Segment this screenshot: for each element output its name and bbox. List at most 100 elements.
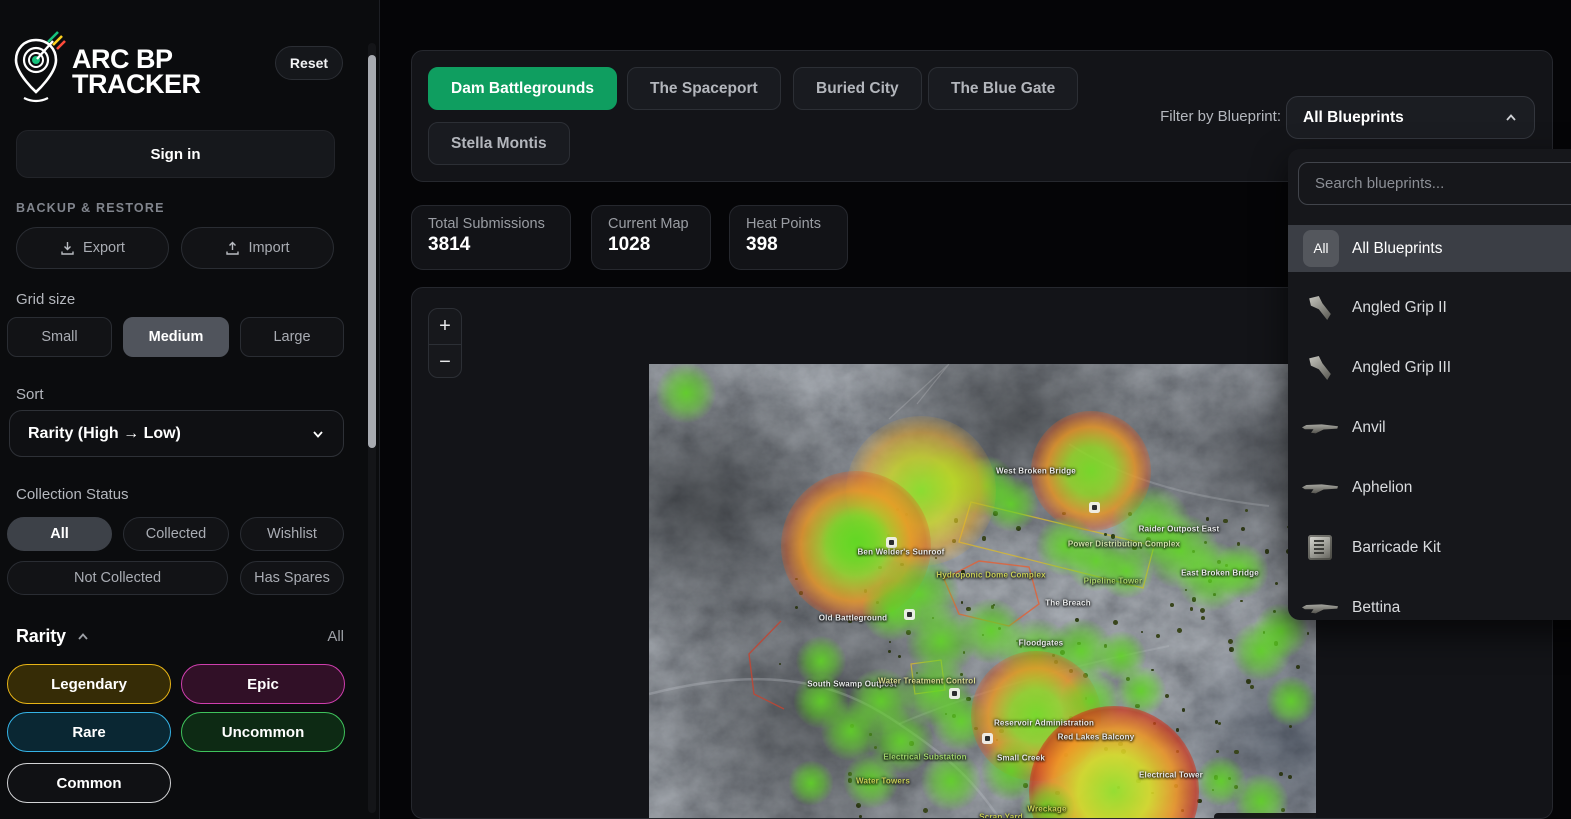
tree-dot [1177,628,1182,633]
tab-stella-montis[interactable]: Stella Montis [428,122,570,165]
tree-dot [1246,679,1251,684]
zoom-out-button[interactable]: − [429,345,461,378]
sidebar: ARC BP TRACKER Reset Sign in BACKUP & RE… [0,0,380,819]
dropdown-item-label: All Blueprints [1352,240,1442,258]
heat-blob [821,506,891,576]
sort-select[interactable]: Rarity (High → Low) [9,410,344,457]
tab-the-spaceport[interactable]: The Spaceport [627,67,781,110]
stat-value: 3814 [428,234,554,256]
tree-dot [795,606,798,609]
blueprint-filter-dropdown-button[interactable]: All Blueprints [1286,96,1535,139]
grid-size-large[interactable]: Large [240,317,344,357]
tab-dam-battlegrounds[interactable]: Dam Battlegrounds [428,67,617,110]
map-poi-label: Wreckage [1027,805,1066,814]
sidebar-scrollbar-thumb[interactable] [368,55,376,448]
chevron-up-icon[interactable] [76,630,90,644]
map-poi-label: West Broken Bridge [996,467,1076,476]
stat-heat-points: Heat Points 398 [729,205,848,270]
blueprint-dropdown-menu: All All Blueprints Angled Grip II Angled… [1288,149,1571,620]
blueprint-item-icon [1300,352,1340,384]
tree-dot [1250,685,1254,689]
dropdown-item-angled-grip-ii[interactable]: Angled Grip II [1288,278,1571,338]
dropdown-item-anvil[interactable]: Anvil [1288,398,1571,458]
dropdown-item-label: Barricade Kit [1352,539,1441,557]
status-wishlist[interactable]: Wishlist [240,517,344,551]
rarity-heading: Rarity [16,626,66,647]
heat-blob [789,761,834,806]
tree-dot [1156,634,1160,638]
dropdown-item-aphelion[interactable]: Aphelion [1288,458,1571,518]
rarity-all-label[interactable]: All [327,628,344,645]
blueprint-filter-value: All Blueprints [1303,109,1404,127]
heat-blob [1099,544,1154,599]
export-button[interactable]: Export [16,227,169,269]
logo-target-pin-icon [10,30,66,114]
tree-dot [1182,708,1185,711]
tree-dot [888,650,891,653]
status-all[interactable]: All [7,517,112,551]
rarity-common-button[interactable]: Common [7,763,171,803]
stat-value: 1028 [608,234,694,256]
grid-size-small[interactable]: Small [7,317,112,357]
rarity-uncommon-button[interactable]: Uncommon [181,712,345,752]
blueprint-item-icon [1300,292,1340,324]
map-poi-label: Old Battleground [819,614,888,623]
import-button[interactable]: Import [181,227,334,269]
map-poi-label: Power Distribution Complex [1068,540,1180,549]
tree-dot [1279,772,1283,776]
tab-the-blue-gate[interactable]: The Blue Gate [928,67,1078,110]
map-poi-label: Electrical Tower [1139,771,1203,780]
chevron-down-icon [311,427,325,441]
dropdown-item-bettina[interactable]: Bettina [1288,578,1571,620]
map-zoom-control: + − [428,308,462,378]
blueprint-item-icon [1300,412,1340,444]
status-collected[interactable]: Collected [123,517,229,551]
dam-battlegrounds-heatmap[interactable]: West Broken BridgeRaider Outpost EastEas… [649,364,1316,819]
map-poi-label: Water Towers [856,777,910,786]
grid-size-medium[interactable]: Medium [123,317,229,357]
stat-current-map: Current Map 1028 [591,205,711,270]
stat-total-submissions: Total Submissions 3814 [411,205,571,270]
map-marker-icon [886,537,897,548]
map-poi-label: East Broken Bridge [1181,569,1259,578]
backup-restore-heading: BACKUP & RESTORE [16,201,165,215]
sort-label: Sort [16,386,44,403]
map-marker-icon [904,609,915,620]
map-marker-icon [1089,502,1100,513]
tree-dot [1288,775,1292,779]
blueprint-item-icon [1300,532,1340,564]
tab-buried-city[interactable]: Buried City [793,67,922,110]
tree-dot [982,536,987,541]
map-poi-label: Ben Welder's Sunroof [857,548,944,557]
filter-by-blueprint-label: Filter by Blueprint: [1156,108,1281,125]
heat-blob [1266,676,1316,726]
sort-value: Rarity (High → Low) [28,425,181,443]
blueprint-search-input[interactable] [1298,162,1571,205]
import-label: Import [248,240,289,256]
reset-button[interactable]: Reset [275,46,343,80]
stat-value: 398 [746,234,831,256]
tree-dot [1201,616,1205,620]
zoom-in-button[interactable]: + [429,309,461,344]
dropdown-item-angled-grip-iii[interactable]: Angled Grip III [1288,338,1571,398]
status-not-collected[interactable]: Not Collected [7,561,228,595]
tree-dot [1215,720,1218,723]
collection-status-label: Collection Status [16,486,129,503]
download-icon [60,241,75,256]
dropdown-item-all-blueprints[interactable]: All All Blueprints [1288,225,1571,272]
grid-size-label: Grid size [16,291,75,308]
stat-label: Total Submissions [428,216,554,232]
chevron-up-icon [1504,111,1518,125]
stat-label: Heat Points [746,216,831,232]
rarity-rare-button[interactable]: Rare [7,712,171,752]
status-has-spares[interactable]: Has Spares [240,561,344,595]
all-badge: All [1303,230,1339,267]
map-poi-label: Small Creek [997,754,1045,763]
rarity-legendary-button[interactable]: Legendary [7,664,171,704]
map-poi-label: Reservoir Administration [994,719,1094,728]
dropdown-item-barricade-kit[interactable]: Barricade Kit [1288,518,1571,578]
tree-dot [1170,603,1174,607]
tree-dot [1190,607,1193,610]
sign-in-button[interactable]: Sign in [16,130,335,178]
rarity-epic-button[interactable]: Epic [181,664,345,704]
